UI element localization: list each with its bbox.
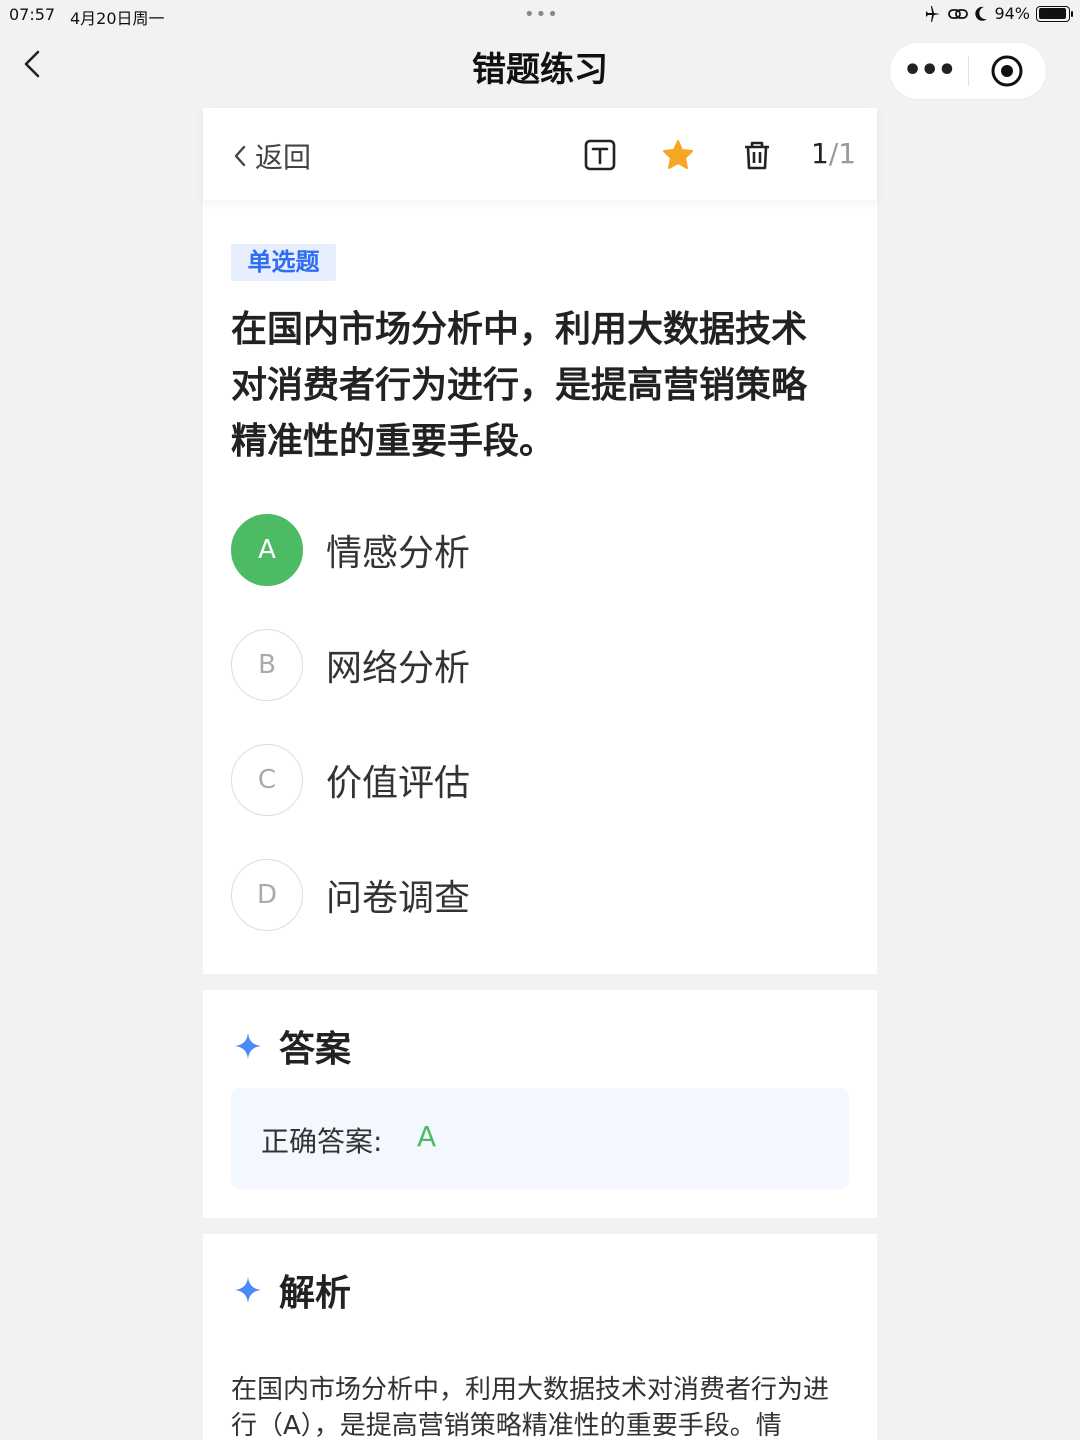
option-text: 价值评估	[326, 763, 471, 804]
moon-icon	[975, 6, 988, 21]
counter-total: /1	[828, 137, 857, 170]
correct-answer-box: 正确答案: A	[231, 1088, 849, 1189]
option-letter: B	[231, 629, 303, 701]
multitask-dots-icon[interactable]: •••	[524, 6, 559, 24]
answer-heading-label: 答案	[279, 1029, 352, 1070]
analysis-card: 解析 在国内市场分析中，利用大数据技术对消费者行为进行（A），是提高营销策略精准…	[203, 1234, 877, 1440]
option-letter: C	[231, 744, 303, 816]
font-size-icon[interactable]	[583, 138, 617, 172]
correct-answer-value: A	[417, 1120, 437, 1153]
status-right: 94%	[924, 4, 1073, 23]
option-a[interactable]: A 情感分析	[231, 514, 831, 586]
more-icon[interactable]: •••	[890, 56, 968, 86]
status-date: 4月20日周一	[70, 9, 165, 28]
trash-icon[interactable]	[740, 138, 774, 172]
nav-bar: 错题练习 •••	[0, 30, 1080, 108]
battery-icon	[1036, 5, 1073, 22]
answer-heading: 答案	[233, 1020, 351, 1072]
star-favorite-icon[interactable]	[661, 138, 695, 172]
analysis-text: 在国内市场分析中，利用大数据技术对消费者行为进行（A），是提高营销策略精准性的重…	[231, 1375, 830, 1440]
question-text: 在国内市场分析中，利用大数据技术对消费者行为进行，是提高营销策略精准性的重要手段…	[231, 309, 808, 462]
toolbar-back-label: 返回	[255, 141, 312, 174]
counter-current: 1	[811, 137, 829, 170]
option-text: 网络分析	[326, 648, 471, 689]
battery-percent: 94%	[994, 4, 1030, 23]
answer-card: 答案 正确答案: A	[203, 990, 877, 1218]
toolbar-back-button[interactable]: 返回	[231, 136, 311, 176]
analysis-heading-label: 解析	[279, 1273, 352, 1314]
question-card: 单选题 在国内市场分析中，利用大数据技术对消费者行为进行，是提高营销策略精准性的…	[203, 200, 877, 974]
status-time: 07:57	[9, 5, 56, 24]
option-text: 问卷调查	[326, 878, 471, 919]
close-target-icon[interactable]	[969, 54, 1047, 88]
status-bar: 07:57 4月20日周一 ••• 94%	[0, 0, 1080, 30]
link-icon	[948, 8, 969, 19]
question-type-badge: 单选题	[231, 244, 336, 281]
option-c[interactable]: C 价值评估	[231, 744, 831, 816]
airplane-icon	[926, 5, 941, 22]
question-toolbar: 返回 1/1	[203, 108, 877, 200]
option-text: 情感分析	[326, 533, 471, 574]
question-counter: 1/1	[811, 137, 856, 170]
option-d[interactable]: D 问卷调查	[231, 859, 831, 931]
correct-answer-label: 正确答案:	[261, 1125, 383, 1158]
chevron-left-icon	[234, 145, 246, 167]
option-letter: D	[231, 859, 303, 931]
option-b[interactable]: B 网络分析	[231, 629, 831, 701]
sparkle-icon	[235, 1033, 261, 1059]
analysis-heading: 解析	[233, 1264, 351, 1316]
option-letter: A	[231, 514, 303, 586]
sparkle-icon	[235, 1277, 261, 1303]
mini-program-capsule: •••	[889, 42, 1047, 100]
